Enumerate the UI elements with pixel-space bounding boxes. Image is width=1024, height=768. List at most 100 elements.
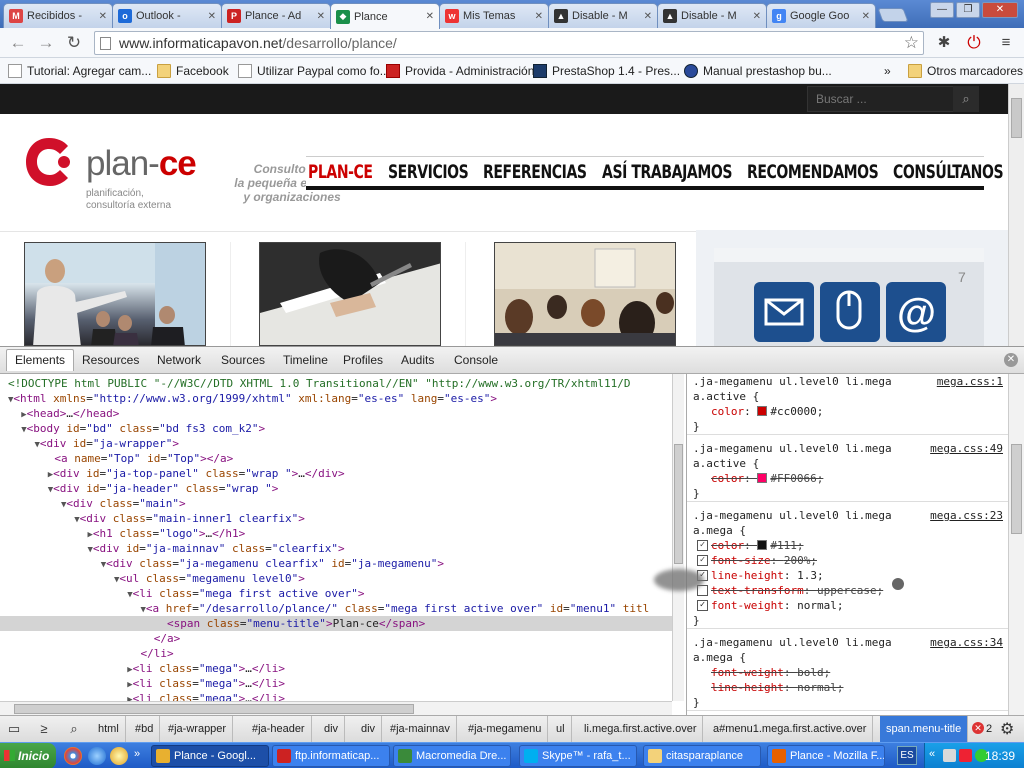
dom-node-row[interactable]: ▼<div class="main"> (0, 496, 672, 511)
styles-scrollbar[interactable] (1008, 374, 1024, 716)
dom-node-row[interactable]: <span class="menu-title">Plan-ce</span> (0, 616, 672, 631)
devtools-tab[interactable]: Network (157, 353, 201, 367)
browser-tab[interactable]: w Mis Temas ✕ (439, 3, 549, 28)
tab-close-icon[interactable]: ✕ (535, 11, 543, 22)
browser-tab[interactable]: ▲ Disable - M ✕ (657, 3, 767, 28)
breadcrumb-item[interactable]: div (355, 716, 383, 742)
bookmark-item[interactable]: Tutorial: Agregar cam... (8, 62, 151, 80)
elements-scrollbar-thumb[interactable] (674, 444, 683, 564)
bookmark-item[interactable]: Facebook (157, 62, 229, 80)
dom-node-row[interactable]: ▶<li class="mega">…</li> (0, 661, 672, 676)
css-property[interactable]: font-weight: bold; (693, 665, 1003, 680)
clock[interactable]: 18:39 (985, 743, 1015, 768)
css-property[interactable]: color: #cc0000; (693, 404, 1003, 419)
rule-selector[interactable]: .ja-megamenu ul.level0 li.mega mega.css:1 (693, 374, 1003, 389)
tab-close-icon[interactable]: ✕ (426, 11, 434, 22)
elements-hscrollbar-thumb[interactable] (14, 704, 414, 714)
tab-close-icon[interactable]: ✕ (644, 11, 652, 22)
bookmark-item[interactable]: PrestaShop 1.4 - Pres... (533, 62, 680, 80)
dom-node-row[interactable]: ▼<div class="main-inner1 clearfix"> (0, 511, 672, 526)
property-checkbox[interactable]: ✓ (697, 540, 708, 551)
quicklaunch-overflow-icon[interactable]: » (134, 748, 140, 760)
dom-node-row[interactable]: </li> (0, 646, 672, 661)
devtools-tab[interactable]: Resources (82, 353, 139, 367)
devtools-close-icon[interactable]: ✕ (1004, 353, 1018, 367)
breadcrumb-item[interactable]: #ja-mainnav (384, 716, 457, 742)
restore-button[interactable]: ❐ (956, 2, 980, 18)
browser-tab[interactable]: o Outlook - ✕ (112, 3, 222, 28)
dom-node-row[interactable]: ▶<li class="mega">…</li> (0, 676, 672, 691)
messenger-quicklaunch-icon[interactable] (110, 747, 128, 765)
css-property[interactable]: ✓ line-height: 1.3; (693, 568, 1003, 583)
tab-close-icon[interactable]: ✕ (99, 11, 107, 22)
bookmark-item[interactable]: Utilizar Paypal como fo... (238, 62, 390, 80)
color-swatch[interactable] (757, 540, 768, 550)
tab-close-icon[interactable]: ✕ (753, 11, 761, 22)
dom-node-row[interactable]: <!DOCTYPE html PUBLIC "-//W3C//DTD XHTML… (0, 376, 672, 391)
dom-node-row[interactable]: ▶<h1 class="logo">…</h1> (0, 526, 672, 541)
css-property[interactable]: ✓ font-weight: normal; (693, 598, 1003, 613)
page-scrollbar[interactable] (1008, 84, 1024, 346)
property-checkbox[interactable]: ✓ (697, 555, 708, 566)
minimize-button[interactable]: — (930, 2, 954, 18)
dom-node-row[interactable]: ▶<head>…</head> (0, 406, 672, 421)
nav-item[interactable]: CONSÚLTANOS (893, 161, 1004, 183)
breadcrumb-item[interactable]: html (92, 716, 126, 742)
dom-node-row[interactable]: ▶<div id="ja-top-panel" class="wrap ">…<… (0, 466, 672, 481)
close-window-button[interactable]: ✕ (982, 2, 1018, 18)
breadcrumb-item[interactable]: #ja-megamenu (462, 716, 549, 742)
color-swatch[interactable] (757, 473, 768, 483)
dom-node-row[interactable]: ▼<body id="bd" class="bd fs3 com_k2"> (0, 421, 672, 436)
dock-icon[interactable]: ▭ (4, 720, 24, 738)
css-property[interactable]: color: #FF0066; (693, 471, 1003, 486)
taskbar-button[interactable]: ftp.informaticap... (272, 745, 390, 767)
rule-source-link[interactable]: mega.css:34 (926, 635, 1003, 650)
language-indicator[interactable]: ES (897, 746, 917, 765)
nav-item[interactable]: REFERENCIAS (483, 161, 587, 183)
console-drawer-icon[interactable]: ≥ (34, 720, 54, 738)
browser-tab[interactable]: ▲ Disable - M ✕ (548, 3, 658, 28)
bookmark-item[interactable]: Manual prestashop bu... (684, 62, 832, 80)
reload-icon[interactable]: ↻ (64, 33, 84, 53)
dom-node-row[interactable]: ▼<ul class="megamenu level0"> (0, 571, 672, 586)
breadcrumb-item[interactable]: a#menu1.mega.first.active.over (707, 716, 874, 742)
devtools-tab[interactable]: Console (454, 353, 498, 367)
rule-selector[interactable]: .ja-megamenu ul.level0 li.mega mega.css:3… (693, 635, 1003, 650)
bookmarks-overflow-button[interactable]: » (884, 62, 891, 80)
nav-item[interactable]: ASÍ TRABAJAMOS (602, 161, 732, 183)
breadcrumb-item[interactable]: span.menu-title (880, 716, 969, 742)
tray-shield-icon[interactable] (943, 749, 956, 762)
rule-source-link[interactable]: mega.css:23 (926, 508, 1003, 523)
dom-node-row[interactable]: ▼<div class="ja-megamenu clearfix" id="j… (0, 556, 672, 571)
inspect-search-icon[interactable]: ⌕ (64, 720, 84, 738)
browser-tab[interactable]: ◆ Plance ✕ (330, 3, 440, 29)
site-search-button[interactable]: ⌕ (953, 86, 979, 112)
address-bar[interactable]: www.informaticapavon.net/desarrollo/plan… (94, 31, 924, 55)
breadcrumb-item[interactable]: #ja-wrapper (162, 716, 234, 742)
taskbar-button[interactable]: citasparaplance (643, 745, 761, 767)
extension-bug-icon[interactable]: ✱ (934, 33, 954, 53)
new-tab-button[interactable] (877, 8, 909, 22)
css-property[interactable]: line-height: normal; (693, 680, 1003, 695)
taskbar-button[interactable]: Plance - Mozilla F... (767, 745, 885, 767)
devtools-tab[interactable]: Audits (401, 353, 434, 367)
elements-vertical-scrollbar[interactable] (672, 374, 684, 701)
browser-tab[interactable]: g Google Goo ✕ (766, 3, 876, 28)
settings-gear-icon[interactable]: ⚙ (1000, 719, 1014, 739)
tab-close-icon[interactable]: ✕ (208, 11, 216, 22)
start-button[interactable]: Inicio (0, 743, 56, 768)
dom-node-row[interactable]: ▼<a href="/desarrollo/plance/" class="me… (0, 601, 672, 616)
site-logo[interactable]: plan-ce planificación, consultoría extern… (24, 134, 204, 214)
menu-wrench-icon[interactable]: ≡ (996, 33, 1016, 53)
nav-item[interactable]: SERVICIOS (388, 161, 469, 183)
breadcrumb-item[interactable]: li.mega.first.active.over (578, 716, 704, 742)
chrome-quicklaunch-icon[interactable] (64, 747, 82, 765)
back-icon[interactable]: ← (8, 33, 28, 53)
rule-source-link[interactable]: mega.css:1 (932, 374, 1003, 389)
breadcrumb-item[interactable]: #ja-header (246, 716, 312, 742)
css-property[interactable]: ✓ font-size: 200%; (693, 553, 1003, 568)
property-checkbox[interactable]: ✓ (697, 600, 708, 611)
browser-tab[interactable]: M Recibidos - ✕ (3, 3, 113, 28)
dom-node-row[interactable]: </a> (0, 631, 672, 646)
browser-tab[interactable]: P Plance - Ad ✕ (221, 3, 331, 28)
